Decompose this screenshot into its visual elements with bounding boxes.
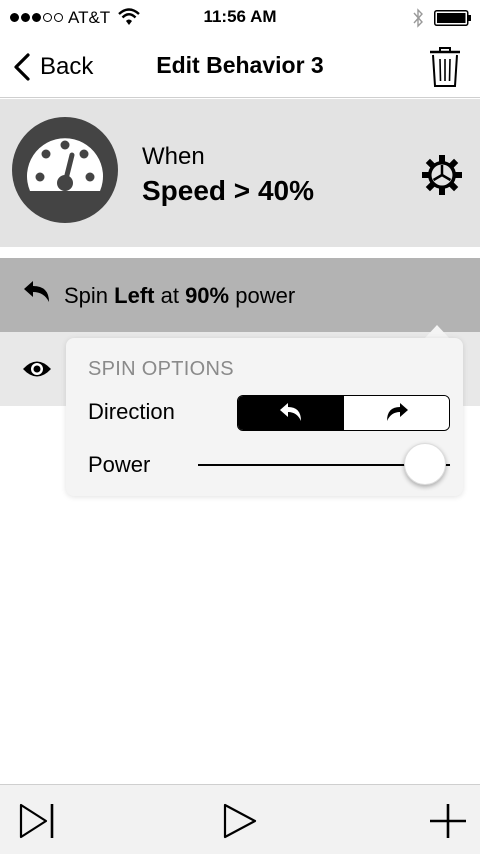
trigger-panel[interactable]: When Speed > 40% xyxy=(0,99,480,247)
plus-icon[interactable] xyxy=(428,803,468,839)
battery-icon xyxy=(434,10,471,26)
when-label: When xyxy=(142,143,205,170)
play-icon[interactable] xyxy=(222,803,262,839)
gear-icon[interactable] xyxy=(420,153,464,197)
trigger-condition: Speed > 40% xyxy=(142,175,314,206)
bluetooth-icon xyxy=(413,8,423,28)
signal-strength-icon xyxy=(10,13,63,22)
speedometer-icon xyxy=(12,117,118,223)
power-label: Power xyxy=(88,452,151,477)
navigation-bar: Back Edit Behavior 3 xyxy=(0,36,480,98)
popover-arrow xyxy=(424,325,450,339)
status-bar: AT&T 11:56 AM xyxy=(0,0,480,36)
back-label: Back xyxy=(40,53,94,80)
trash-icon[interactable] xyxy=(428,46,462,88)
chevron-left-icon xyxy=(14,53,30,81)
direction-segmented-control xyxy=(237,395,450,431)
turn-right-arrow-icon xyxy=(386,403,408,421)
turn-left-arrow-icon xyxy=(279,403,301,421)
back-button[interactable]: Back xyxy=(12,50,93,84)
popover-header: SPIN OPTIONS xyxy=(88,358,234,380)
action-row[interactable]: Spin Left at 90% power xyxy=(0,258,480,332)
spin-options-popover: SPIN OPTIONS Direction Power xyxy=(66,338,463,496)
step-forward-icon[interactable] xyxy=(18,803,58,839)
eye-icon xyxy=(23,361,51,377)
direction-right-button[interactable] xyxy=(343,396,449,430)
turn-left-arrow-icon xyxy=(24,281,49,302)
carrier-label: AT&T xyxy=(68,8,111,27)
action-description: Spin Left at 90% power xyxy=(64,283,296,308)
power-slider-thumb[interactable] xyxy=(403,443,446,485)
bottom-toolbar xyxy=(0,784,480,854)
direction-label: Direction xyxy=(88,399,175,424)
wifi-icon xyxy=(118,8,140,25)
direction-left-button[interactable] xyxy=(238,396,343,430)
